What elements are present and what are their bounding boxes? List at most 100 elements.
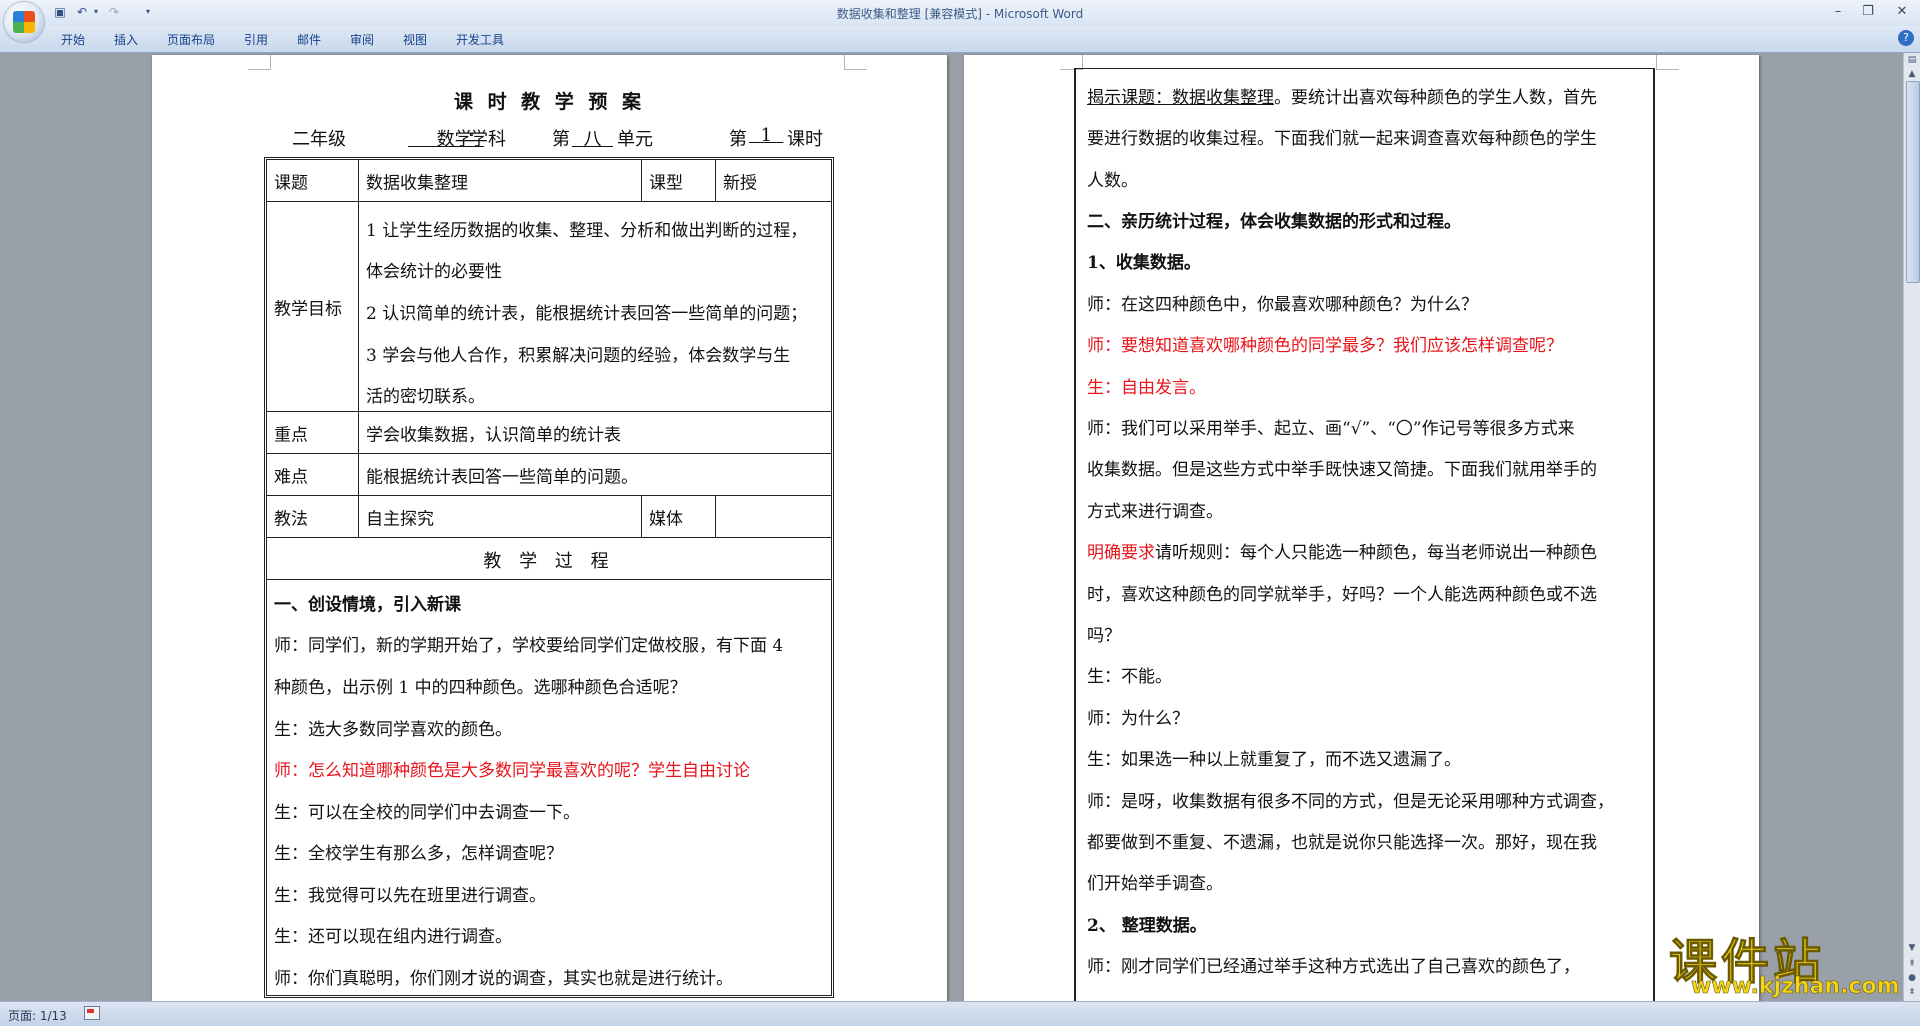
goals-value-cell[interactable]: 1 让学生经历数据的收集、整理、分析和做出判断的过程， 体会统计的必要性 2 认… — [359, 202, 831, 412]
process-heading: 教 学 过 程 — [483, 551, 615, 572]
scroll-up-icon[interactable]: ▲ — [1905, 67, 1919, 81]
key-value-cell[interactable]: 学会收集数据，认识简单的统计表 — [359, 412, 831, 454]
process-line: 种颜色，出示例 1 中的四种颜色。选哪种颜色合适呢？ — [274, 678, 687, 698]
process-line: 生：我觉得可以先在班里进行调查。 — [274, 886, 546, 906]
tab-page-layout[interactable]: 页面布局 — [167, 31, 215, 48]
text-line: 师：是呀，收集数据有很多不同的方式，但是无论采用哪种方式调查， — [1087, 792, 1614, 812]
type-value-cell[interactable]: 新授 — [716, 160, 831, 202]
process-line: 师：怎么知道哪种颜色是大多数同学最喜欢的呢？学生自由讨论 — [274, 761, 750, 781]
lesson-plan-title: 课 时 教 学 预 案 — [453, 91, 646, 113]
site-watermark: 课件站 www.kjzhan.com — [1665, 922, 1905, 1002]
scroll-down-icon[interactable]: ▼ — [1905, 941, 1919, 955]
lesson-plan-table: 课题 数据收集整理 课型 新授 教学目标 1 让学生经历数据的收集、整理、分析和… — [264, 157, 834, 998]
tab-references[interactable]: 引用 — [244, 31, 268, 48]
process-line: 生：全校学生有那么多，怎样调查呢？ — [274, 844, 563, 864]
rule-prefix: 明确要求 — [1087, 543, 1155, 563]
continued-table-frame: 揭示课题：数据收集整理。要统计出喜欢每种颜色的学生人数，首先 要进行数据的收集过… — [1074, 68, 1655, 1003]
topic-value-cell[interactable]: 数据收集整理 — [359, 160, 642, 202]
document-area: 课 时 教 学 预 案 二年级 数学 学科 第 八 单元 第 1 课时 课题 数… — [0, 53, 1900, 1003]
close-button[interactable]: ✕ — [1890, 3, 1914, 21]
process-heading-cell: 教 学 过 程 — [267, 538, 831, 580]
tab-view[interactable]: 视图 — [403, 31, 427, 48]
text-line: 生：不能。 — [1087, 667, 1172, 687]
previous-page-icon[interactable]: ⇞ — [1905, 957, 1919, 971]
text-line: 人数。 — [1087, 171, 1138, 191]
difficulty-label-cell: 难点 — [267, 454, 359, 496]
process-line: 生：可以在全校的同学们中去调查一下。 — [274, 803, 580, 823]
media-value-cell[interactable] — [716, 496, 831, 538]
minimize-button[interactable]: – — [1826, 3, 1850, 21]
office-logo-icon — [13, 11, 35, 33]
text-line: 收集数据。但是这些方式中举手既快速又简捷。下面我们就用举手的 — [1087, 460, 1597, 480]
text-line: 生：自由发言。 — [1087, 378, 1206, 398]
text-line: 们开始举手调查。 — [1087, 874, 1223, 894]
document-page-1[interactable]: 课 时 教 学 预 案 二年级 数学 学科 第 八 单元 第 1 课时 课题 数… — [152, 55, 947, 1003]
goal-line: 2 认识简单的统计表，能根据统计表回答一些简单的问题； — [366, 304, 808, 324]
status-bar: 页面: 1/13 — [0, 1001, 1920, 1026]
crop-mark — [1656, 55, 1679, 70]
crop-mark — [844, 55, 867, 70]
text-line: 二、亲历统计过程，体会收集数据的形式和过程。 — [1087, 212, 1461, 232]
text-line: 揭示课题：数据收集整理。要统计出喜欢每种颜色的学生人数，首先 — [1087, 88, 1597, 108]
tab-home[interactable]: 开始 — [61, 31, 85, 48]
method-value-cell[interactable]: 自主探究 — [359, 496, 642, 538]
window-title: 数据收集和整理 [兼容模式] - Microsoft Word — [836, 7, 1084, 21]
type-label-cell: 课型 — [642, 160, 716, 202]
text-line: 师：要想知道喜欢哪种颜色的同学最多？我们应该怎样调查呢？ — [1087, 336, 1563, 356]
text-line: 师：刚才同学们已经通过举手这种方式选出了自己喜欢的颜色了， — [1087, 957, 1580, 977]
period-value: 1 — [760, 125, 772, 146]
watermark-url: www.kjzhan.com — [1691, 974, 1900, 1000]
vertical-scrollbar[interactable]: ▤ ▲ ▼ ⇞ ● ⇟ — [1903, 53, 1920, 1001]
help-icon[interactable]: ? — [1898, 30, 1914, 46]
text-line: 2、 整理数据。 — [1087, 916, 1207, 936]
goal-line: 体会统计的必要性 — [366, 262, 502, 282]
key-label-cell: 重点 — [267, 412, 359, 454]
method-label-cell: 教法 — [267, 496, 359, 538]
goal-line: 活的密切联系。 — [366, 387, 485, 407]
media-label-cell: 媒体 — [642, 496, 716, 538]
text-line: 要进行数据的收集过程。下面我们就一起来调查喜欢每种颜色的学生 — [1087, 129, 1597, 149]
text-line: 时，喜欢这种颜色的同学就举手，好吗？一个人能选两种颜色或不选 — [1087, 585, 1597, 605]
process-body-cell[interactable]: 一、创设情境，引入新课 师：同学们，新的学期开始了，学校要给同学们定做校服，有下… — [267, 580, 831, 995]
lesson-meta-line: 二年级 数学 学科 第 八 单元 第 1 课时 — [152, 125, 947, 151]
text-line: 吗？ — [1087, 626, 1121, 646]
select-browse-object-icon[interactable]: ● — [1905, 971, 1919, 985]
next-page-icon[interactable]: ⇟ — [1905, 985, 1919, 999]
tab-mailings[interactable]: 邮件 — [297, 31, 321, 48]
goals-label-cell: 教学目标 — [267, 202, 359, 412]
text-line: 明确要求请听规则：每个人只能选一种颜色，每当老师说出一种颜色 — [1087, 543, 1597, 563]
unit-suffix: 单元 — [617, 129, 653, 150]
grade-text: 二年级 — [292, 129, 346, 150]
text-line: 师：在这四种颜色中，你最喜欢哪种颜色？为什么？ — [1087, 295, 1478, 315]
restore-button[interactable]: ❐ — [1856, 3, 1880, 21]
tab-insert[interactable]: 插入 — [114, 31, 138, 48]
ribbon-tabs: 开始 插入 页面布局 引用 邮件 审阅 视图 开发工具 ? — [0, 26, 1920, 53]
text-line: 师：为什么？ — [1087, 709, 1189, 729]
page-indicator[interactable]: 页面: 1/13 — [8, 1007, 67, 1024]
text-line: 方式来进行调查。 — [1087, 502, 1223, 522]
topic-label-cell: 课题 — [267, 160, 359, 202]
office-button[interactable] — [4, 2, 44, 42]
process-line: 师：同学们，新的学期开始了，学校要给同学们定做校服，有下面 4 — [274, 636, 784, 656]
scrollbar-thumb[interactable] — [1906, 81, 1920, 283]
text-line: 生：如果选一种以上就重复了，而不选又遗漏了。 — [1087, 750, 1461, 770]
proofing-status-icon[interactable] — [84, 1006, 100, 1020]
period-prefix: 第 — [729, 129, 747, 150]
ruler-toggle-icon[interactable]: ▤ — [1905, 53, 1919, 67]
process-line: 生：选大多数同学喜欢的颜色。 — [274, 720, 512, 740]
period-suffix: 课时 — [787, 129, 823, 150]
difficulty-value-cell[interactable]: 能根据统计表回答一些简单的问题。 — [359, 454, 831, 496]
goal-line: 1 让学生经历数据的收集、整理、分析和做出判断的过程， — [366, 221, 808, 241]
subject-suffix: 学科 — [470, 129, 506, 150]
process-line: 师：你们真聪明，你们刚才说的调查，其实也就是进行统计。 — [274, 969, 733, 989]
tab-developer[interactable]: 开发工具 — [456, 31, 504, 48]
unit-value: 八 — [583, 129, 602, 150]
text-line: 师：我们可以采用举手、起立、画“√”、“〇”作记号等很多方式来 — [1087, 419, 1575, 439]
crop-mark — [248, 55, 271, 70]
unit-prefix: 第 — [552, 129, 570, 150]
document-page-2[interactable]: 揭示课题：数据收集整理。要统计出喜欢每种颜色的学生人数，首先 要进行数据的收集过… — [964, 55, 1759, 1003]
topic-reveal-text: 揭示课题：数据收集整理 — [1087, 88, 1274, 108]
tab-review[interactable]: 审阅 — [350, 31, 374, 48]
text-line: 都要做到不重复、不遗漏，也就是说你只能选择一次。那好，现在我 — [1087, 833, 1597, 853]
process-line: 一、创设情境，引入新课 — [274, 595, 461, 615]
